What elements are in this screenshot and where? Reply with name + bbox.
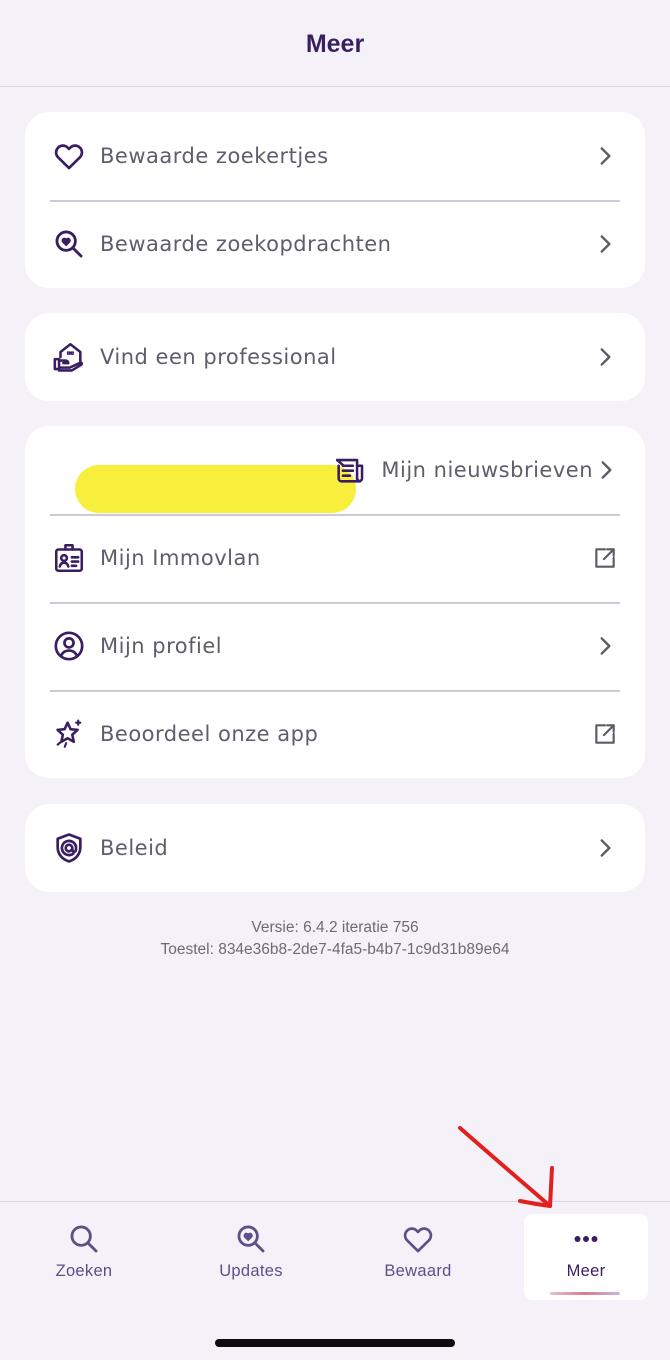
app-screen: Meer Bewaarde zoekertjes Bewaarde zoekop… bbox=[0, 0, 670, 1360]
external-link-icon bbox=[591, 720, 619, 748]
chevron-right-icon bbox=[593, 456, 619, 484]
shield-at-icon bbox=[51, 830, 87, 866]
menu-item-label: Mijn profiel bbox=[100, 634, 223, 658]
menu-item-label: Beleid bbox=[100, 836, 169, 860]
tab-meer[interactable]: Meer bbox=[524, 1214, 648, 1300]
tab-updates[interactable]: Updates bbox=[186, 1214, 316, 1298]
home-indicator bbox=[215, 1339, 455, 1347]
menu-item-newsletters[interactable]: Mijn nieuwsbrieven bbox=[25, 426, 645, 514]
menu-item-label: Bewaarde zoekertjes bbox=[100, 144, 329, 168]
id-card-icon bbox=[51, 540, 87, 576]
active-tab-indicator bbox=[550, 1292, 620, 1295]
menu-item-find-professional[interactable]: Vind een professional bbox=[25, 313, 645, 401]
more-dots-icon bbox=[574, 1236, 598, 1242]
tab-label: Bewaard bbox=[384, 1262, 452, 1280]
menu-item-label: Beoordeel onze app bbox=[100, 722, 319, 746]
tab-zoeken[interactable]: Zoeken bbox=[19, 1214, 149, 1298]
card-account: Mijn nieuwsbrieven Mijn Immovlan Mijn pr… bbox=[25, 426, 645, 778]
chevron-right-icon bbox=[591, 343, 619, 371]
menu-item-saved-searches[interactable]: Bewaarde zoekopdrachten bbox=[25, 200, 645, 288]
heart-icon bbox=[403, 1227, 433, 1253]
tab-label: Meer bbox=[566, 1262, 606, 1280]
card-professional: Vind een professional bbox=[25, 313, 645, 401]
newsletter-icon bbox=[332, 452, 368, 488]
highlight-marker bbox=[75, 465, 357, 513]
heart-icon bbox=[51, 138, 87, 174]
menu-item-label: Mijn Immovlan bbox=[100, 546, 261, 570]
search-heart-icon bbox=[237, 1225, 265, 1253]
tab-label: Updates bbox=[219, 1262, 283, 1280]
external-link-icon bbox=[591, 544, 619, 572]
menu-item-policy[interactable]: Beleid bbox=[25, 804, 645, 892]
user-circle-icon bbox=[51, 628, 87, 664]
version-text: Versie: 6.4.2 iteratie 756 bbox=[251, 919, 419, 936]
chevron-right-icon bbox=[591, 230, 619, 258]
menu-item-label: Bewaarde zoekopdrachten bbox=[100, 232, 392, 256]
search-icon bbox=[70, 1225, 98, 1253]
menu-item-label: Mijn nieuwsbrieven bbox=[381, 458, 593, 482]
card-policy: Beleid bbox=[25, 804, 645, 892]
menu-item-label: Vind een professional bbox=[100, 345, 337, 369]
menu-item-my-profile[interactable]: Mijn profiel bbox=[25, 602, 645, 690]
star-sparkle-icon bbox=[51, 716, 87, 752]
tab-bewaard[interactable]: Bewaard bbox=[353, 1214, 483, 1298]
menu-item-saved-listings[interactable]: Bewaarde zoekertjes bbox=[25, 112, 645, 200]
menu-item-my-immovlan[interactable]: Mijn Immovlan bbox=[25, 514, 645, 602]
version-info: Versie: 6.4.2 iteratie 756 Toestel: 834e… bbox=[0, 917, 670, 961]
page-title: Meer bbox=[305, 29, 365, 58]
chevron-right-icon bbox=[591, 632, 619, 660]
bottom-navigation: Zoeken Updates Bewaard Meer bbox=[0, 1201, 670, 1360]
search-heart-icon bbox=[51, 226, 87, 262]
device-id-text: Toestel: 834e36b8-2de7-4fa5-b4b7-1c9d31b… bbox=[160, 941, 510, 958]
tab-label: Zoeken bbox=[55, 1262, 113, 1280]
card-saved: Bewaarde zoekertjes Bewaarde zoekopdrach… bbox=[25, 112, 645, 288]
house-hand-icon bbox=[51, 339, 87, 375]
chevron-right-icon bbox=[591, 142, 619, 170]
header: Meer bbox=[0, 0, 670, 87]
menu-item-rate-app[interactable]: Beoordeel onze app bbox=[25, 690, 645, 778]
chevron-right-icon bbox=[591, 834, 619, 862]
